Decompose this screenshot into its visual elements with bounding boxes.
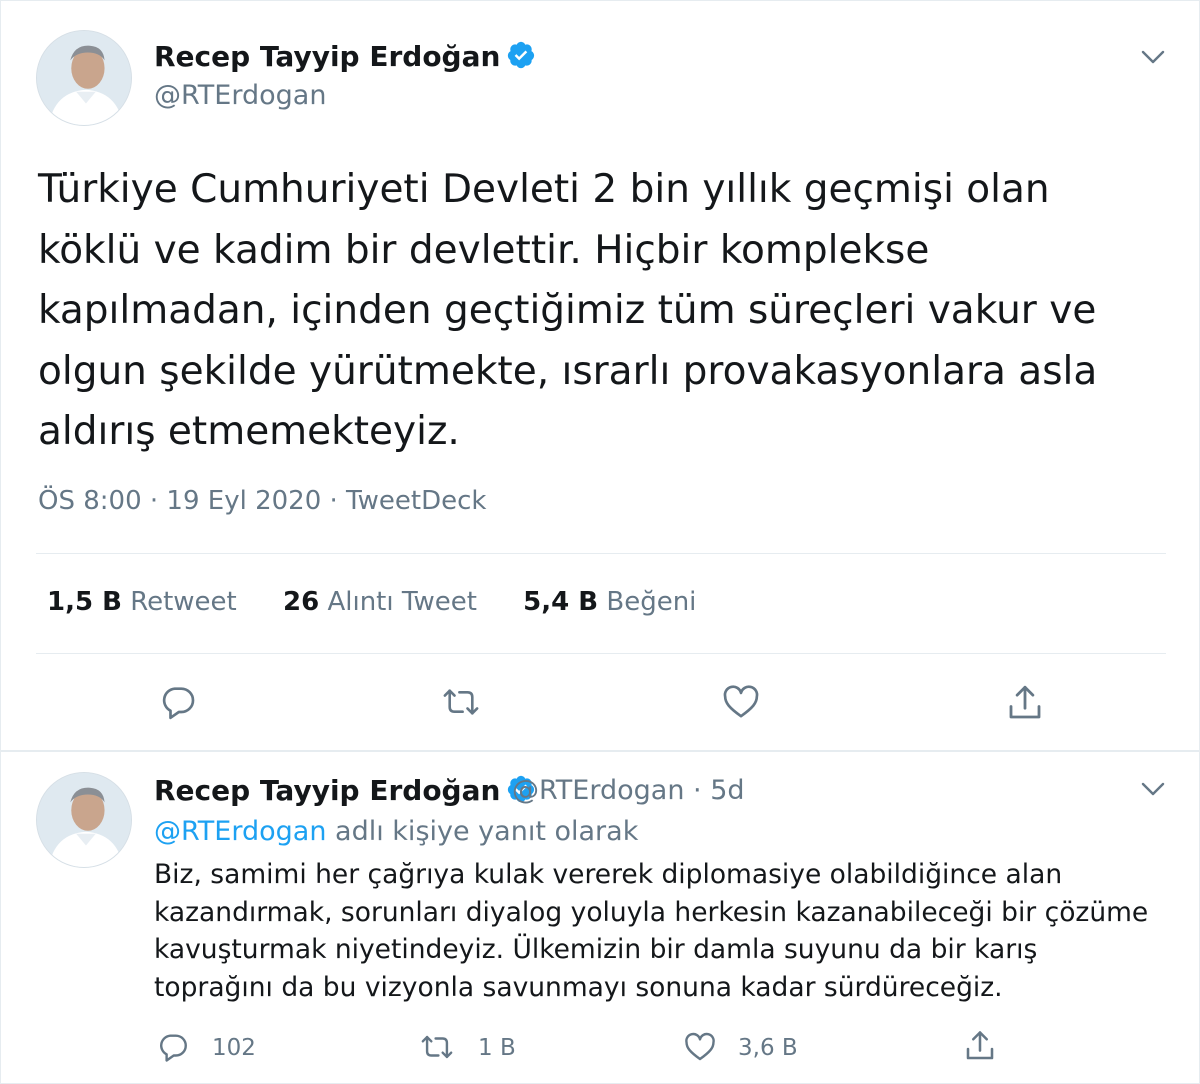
avatar[interactable] — [36, 30, 132, 126]
tweet-source[interactable]: TweetDeck — [346, 486, 486, 516]
retweet-count: 1,5 B — [47, 587, 122, 617]
tweet-separator — [0, 750, 1200, 752]
reply-button[interactable] — [156, 1030, 190, 1064]
meta-separator: · — [329, 486, 338, 516]
replying-to: @RTErdogan adlı kişiye yanıt olarak — [154, 816, 638, 847]
retweet-label: Retweet — [130, 587, 237, 617]
like-count: 3,6 B — [738, 1035, 798, 1061]
share-icon — [966, 1031, 994, 1060]
like-button[interactable] — [682, 1030, 718, 1064]
profile-photo — [37, 773, 131, 867]
tweet-text: Türkiye Cumhuriyeti Devleti 2 bin yıllık… — [38, 167, 1098, 454]
chevron-down-icon[interactable] — [1136, 772, 1170, 806]
replying-to-text: adlı kişiye yanıt olarak — [335, 816, 639, 847]
profile-photo — [37, 31, 131, 125]
share-icon — [1009, 685, 1041, 719]
retweet-stat[interactable]: 1,5 B Retweet — [47, 587, 237, 617]
quote-label: Alıntı Tweet — [327, 587, 477, 617]
tweet-date[interactable]: 19 Eyl 2020 — [166, 486, 321, 516]
retweet-icon — [421, 1035, 453, 1059]
retweet-button[interactable] — [440, 682, 482, 722]
like-stat[interactable]: 5,4 B Beğeni — [523, 587, 696, 617]
like-icon — [685, 1032, 715, 1061]
divider — [36, 653, 1166, 654]
divider — [36, 553, 1166, 554]
handle[interactable]: @RTErdogan — [154, 80, 326, 111]
reply-icon — [162, 687, 195, 720]
tweet-text: Biz, samimi her çağrıya kulak vererek di… — [154, 859, 1149, 1003]
retweet-button[interactable] — [418, 1030, 456, 1064]
quote-count: 26 — [283, 587, 320, 617]
display-name-text[interactable]: Recep Tayyip Erdoğan — [154, 40, 500, 73]
handle[interactable]: @RTErdogan — [512, 775, 684, 806]
quote-stat[interactable]: 26 Alıntı Tweet — [283, 587, 477, 617]
avatar[interactable] — [36, 772, 132, 868]
tweet-stats: 1,5 B Retweet 26 Alıntı Tweet 5,4 B Beğe… — [47, 587, 734, 617]
share-button[interactable] — [1004, 682, 1046, 724]
meta-separator: · — [693, 775, 702, 806]
tweet-age[interactable]: 5d — [710, 775, 744, 806]
verified-badge-icon — [508, 41, 535, 69]
display-name[interactable]: Recep Tayyip Erdoğan — [154, 774, 536, 807]
reply-icon — [160, 1034, 187, 1062]
tweet-time[interactable]: ÖS 8:00 — [38, 486, 142, 516]
reply-meta: @RTErdogan · 5d — [512, 775, 745, 806]
like-count: 5,4 B — [523, 587, 599, 617]
tweet-meta: ÖS 8:00 · 19 Eyl 2020 · TweetDeck — [38, 486, 486, 516]
retweet-count: 1 B — [478, 1035, 516, 1061]
mention-link[interactable]: @RTErdogan — [154, 816, 326, 847]
display-name-text[interactable]: Recep Tayyip Erdoğan — [154, 774, 500, 807]
like-button[interactable] — [720, 682, 762, 722]
meta-separator: · — [149, 486, 159, 516]
reply-count: 102 — [212, 1035, 256, 1061]
reply-button[interactable] — [158, 682, 198, 722]
like-icon — [723, 685, 759, 718]
display-name[interactable]: Recep Tayyip Erdoğan — [154, 40, 536, 73]
retweet-icon — [443, 689, 479, 715]
chevron-down-icon[interactable] — [1136, 40, 1170, 74]
share-button[interactable] — [962, 1028, 998, 1064]
like-label: Beğeni — [606, 587, 697, 617]
